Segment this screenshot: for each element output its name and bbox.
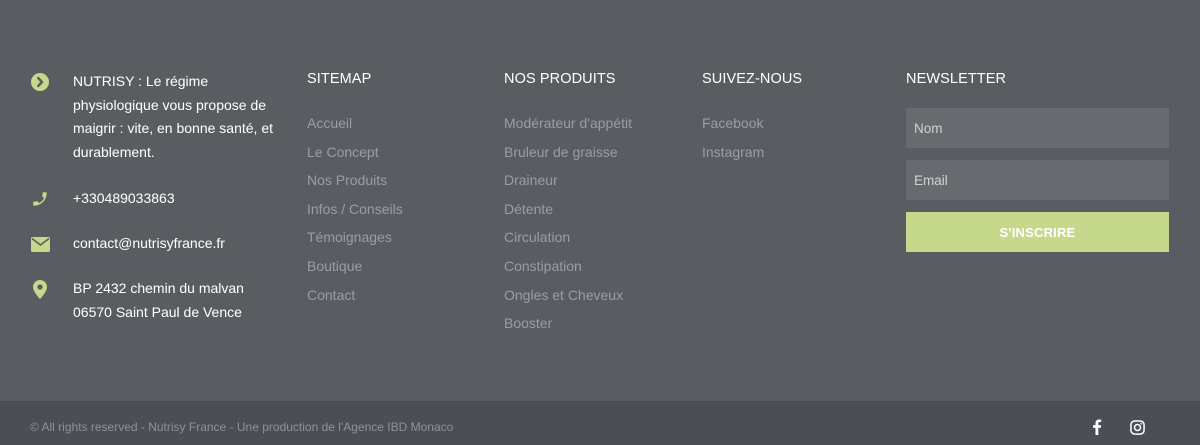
sitemap-link-boutique[interactable]: Boutique	[307, 258, 362, 274]
newsletter-heading: NEWSLETTER	[906, 71, 1007, 87]
footer-main: NUTRISY : Le régime physiologique vous p…	[0, 0, 1200, 401]
products-column: NOS PRODUITS Modérateur d'appétit Bruleu…	[504, 70, 632, 338]
about-text: NUTRISY : Le régime physiologique vous p…	[73, 73, 273, 160]
sitemap-column: SITEMAP Accueil Le Concept Nos Produits …	[307, 70, 403, 309]
follow-item: Facebook	[702, 109, 802, 138]
product-item: Modérateur d'appétit	[504, 109, 632, 138]
product-item: Détente	[504, 195, 632, 224]
products-heading: NOS PRODUITS	[504, 71, 616, 87]
bottom-bar: © All rights reserved - Nutrisy France -…	[0, 401, 1200, 445]
sitemap-item: Contact	[307, 281, 403, 310]
about-row: NUTRISY : Le régime physiologique vous p…	[30, 70, 290, 164]
subscribe-button[interactable]: S'INSCRIRE	[906, 212, 1169, 252]
phone-row: +330489033863	[30, 187, 175, 211]
product-item: Ongles et Cheveux	[504, 281, 632, 310]
address-row: BP 2432 chemin du malvan 06570 Saint Pau…	[30, 277, 244, 324]
address-line-2: 06570 Saint Paul de Vence	[73, 303, 242, 320]
sitemap-item: Nos Produits	[307, 166, 403, 195]
sitemap-heading: SITEMAP	[307, 71, 372, 87]
newsletter-email-input[interactable]	[906, 160, 1169, 200]
copyright-text: © All rights reserved - Nutrisy France -…	[30, 420, 454, 434]
product-item: Circulation	[504, 223, 632, 252]
sitemap-link-le-concept[interactable]: Le Concept	[307, 144, 379, 160]
newsletter-name-input[interactable]	[906, 108, 1169, 148]
sitemap-link-temoignages[interactable]: Témoignages	[307, 229, 392, 245]
product-item: Bruleur de graisse	[504, 138, 632, 167]
map-pin-icon	[30, 279, 50, 299]
social-icons	[1088, 418, 1146, 436]
contact-column: NUTRISY : Le régime physiologique vous p…	[30, 70, 290, 320]
product-link-moderateur[interactable]: Modérateur d'appétit	[504, 115, 632, 131]
sitemap-link-infos-conseils[interactable]: Infos / Conseils	[307, 201, 403, 217]
follow-link-instagram[interactable]: Instagram	[702, 144, 764, 160]
sitemap-item: Témoignages	[307, 223, 403, 252]
newsletter-column: NEWSLETTER S'INSCRIRE	[906, 70, 1169, 252]
follow-links: Facebook Instagram	[702, 109, 802, 166]
sitemap-link-accueil[interactable]: Accueil	[307, 115, 352, 131]
follow-link-facebook[interactable]: Facebook	[702, 115, 763, 131]
product-link-detente[interactable]: Détente	[504, 201, 553, 217]
email-address[interactable]: contact@nutrisyfrance.fr	[73, 232, 225, 256]
sitemap-link-nos-produits[interactable]: Nos Produits	[307, 172, 387, 188]
phone-icon	[30, 189, 50, 209]
sitemap-item: Boutique	[307, 252, 403, 281]
product-link-ongles-cheveux[interactable]: Ongles et Cheveux	[504, 287, 623, 303]
product-item: Booster	[504, 309, 632, 338]
product-link-constipation[interactable]: Constipation	[504, 258, 582, 274]
sitemap-item: Accueil	[307, 109, 403, 138]
product-item: Draineur	[504, 166, 632, 195]
instagram-icon[interactable]	[1128, 418, 1146, 436]
facebook-icon[interactable]	[1088, 418, 1106, 436]
chevron-right-circle-icon	[30, 72, 50, 92]
product-link-booster[interactable]: Booster	[504, 315, 552, 331]
email-row: contact@nutrisyfrance.fr	[30, 232, 225, 256]
product-item: Constipation	[504, 252, 632, 281]
sitemap-item: Infos / Conseils	[307, 195, 403, 224]
follow-column: SUIVEZ-NOUS Facebook Instagram	[702, 70, 802, 166]
sitemap-item: Le Concept	[307, 138, 403, 167]
follow-heading: SUIVEZ-NOUS	[702, 71, 803, 87]
product-link-draineur[interactable]: Draineur	[504, 172, 558, 188]
sitemap-links: Accueil Le Concept Nos Produits Infos / …	[307, 109, 403, 309]
products-links: Modérateur d'appétit Bruleur de graisse …	[504, 109, 632, 338]
sitemap-link-contact[interactable]: Contact	[307, 287, 355, 303]
phone-number[interactable]: +330489033863	[73, 187, 175, 211]
product-link-bruleur[interactable]: Bruleur de graisse	[504, 144, 618, 160]
address-line-1: BP 2432 chemin du malvan	[73, 280, 244, 296]
follow-item: Instagram	[702, 138, 802, 167]
envelope-icon	[30, 234, 50, 254]
product-link-circulation[interactable]: Circulation	[504, 229, 570, 245]
